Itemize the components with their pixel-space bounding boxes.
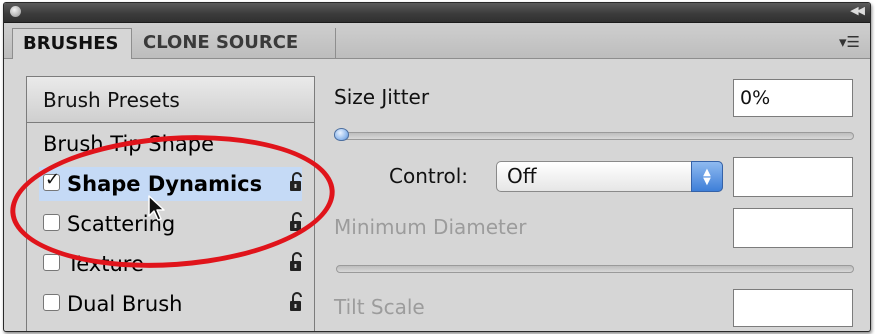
control-label: Control: bbox=[389, 164, 469, 188]
tilt-scale-field[interactable] bbox=[733, 289, 853, 327]
size-jitter-slider-track[interactable] bbox=[336, 132, 854, 140]
texture-checkbox[interactable] bbox=[43, 254, 60, 271]
size-jitter-slider-thumb[interactable] bbox=[334, 128, 349, 141]
control-select-value: Off bbox=[507, 164, 537, 188]
control-select[interactable]: Off ▲ ▼ bbox=[496, 161, 723, 192]
panel-close-icon[interactable] bbox=[10, 6, 21, 17]
panel-titlebar[interactable]: ◀◀ bbox=[4, 3, 870, 23]
size-jitter-field[interactable]: 0% bbox=[733, 79, 853, 117]
dual-brush-checkbox[interactable] bbox=[43, 294, 60, 311]
panel-menu-icon[interactable]: ▾☰ bbox=[839, 33, 860, 51]
dual-brush-label: Dual Brush bbox=[67, 292, 183, 316]
dropdown-arrows-icon[interactable]: ▲ ▼ bbox=[691, 161, 723, 192]
list-item-dual-brush[interactable]: Dual Brush bbox=[27, 284, 314, 324]
panel-collapse-icon[interactable]: ◀◀ bbox=[850, 4, 865, 17]
minimum-diameter-label: Minimum Diameter bbox=[334, 215, 527, 239]
lock-icon[interactable] bbox=[288, 251, 304, 275]
size-jitter-label: Size Jitter bbox=[334, 85, 430, 109]
brush-presets-button[interactable]: Brush Presets bbox=[27, 77, 314, 123]
minimum-diameter-slider-track[interactable] bbox=[336, 265, 854, 273]
lock-icon[interactable] bbox=[288, 291, 304, 315]
tab-brushes[interactable]: BRUSHES bbox=[12, 28, 132, 59]
pointer-cursor-icon bbox=[148, 195, 165, 221]
tab-bar: BRUSHES CLONE SOURCE ▾☰ bbox=[4, 23, 870, 59]
minimum-diameter-field[interactable] bbox=[733, 208, 853, 248]
tilt-scale-label: Tilt Scale bbox=[334, 295, 425, 319]
tab-clone-source[interactable]: CLONE SOURCE bbox=[133, 28, 336, 58]
control-value-field[interactable] bbox=[733, 157, 853, 197]
